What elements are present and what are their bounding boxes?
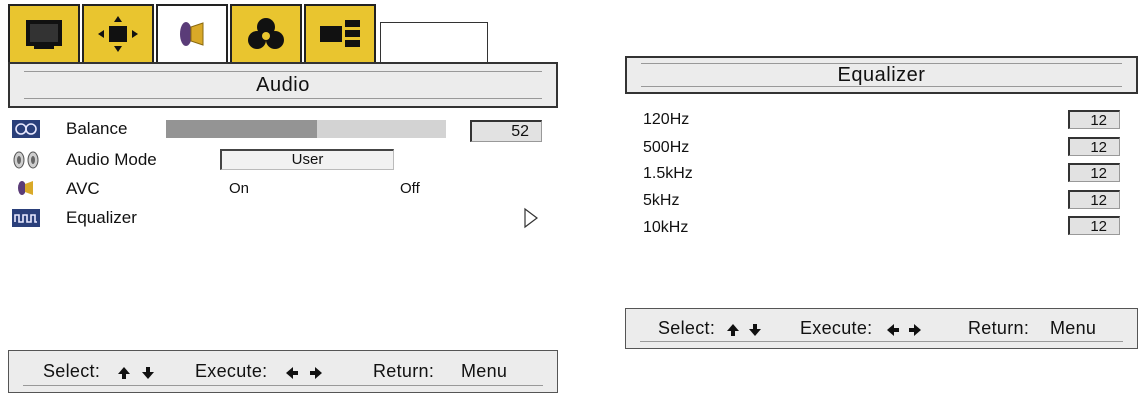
balance-icon xyxy=(12,120,40,138)
footer-select-label: Select: xyxy=(43,361,101,381)
balance-label: Balance xyxy=(66,119,128,138)
arrow-down-icon xyxy=(142,367,154,379)
color-tab[interactable] xyxy=(230,4,302,62)
eq-band-value[interactable]: 12 xyxy=(1068,110,1120,129)
footer-return-label: Return: xyxy=(968,318,1030,338)
arrow-left-icon xyxy=(887,324,899,336)
arrow-up-icon xyxy=(118,367,130,379)
arrow-left-icon xyxy=(286,367,298,379)
footer-execute-label: Execute: xyxy=(195,361,268,381)
equalizer-row-icon-wrap xyxy=(12,209,40,227)
eq-band-label: 120Hz xyxy=(643,111,690,128)
avc-option-off[interactable]: Off xyxy=(400,180,420,197)
audio-footer-bar: Select: Execute: Return: Menu xyxy=(8,350,558,393)
balance-slider-fill xyxy=(166,120,317,138)
equalizer-submenu-button[interactable] xyxy=(523,207,539,229)
arrow-right-icon xyxy=(310,367,322,379)
position-arrows-icon xyxy=(98,16,138,52)
audio-mode-row-icon-wrap xyxy=(12,151,40,169)
setup-tab[interactable] xyxy=(304,4,376,62)
options-grid-icon xyxy=(320,20,360,47)
equalizer-title-bar: Equalizer xyxy=(625,56,1138,94)
equalizer-label: Equalizer xyxy=(66,208,137,227)
footer-return-key: Menu xyxy=(1050,318,1097,338)
avc-row-icon-wrap xyxy=(16,178,36,198)
eq-band-label: 5kHz xyxy=(643,192,680,209)
monitor-icon xyxy=(26,20,62,49)
page-title: Audio xyxy=(256,73,310,96)
eq-band-label: 10kHz xyxy=(643,219,689,236)
arrow-up-icon xyxy=(727,324,739,336)
footer-return-label: Return: xyxy=(373,361,435,381)
equalizer-icon xyxy=(12,209,40,227)
footer-execute-label: Execute: xyxy=(800,318,873,338)
speaker-icon xyxy=(180,22,204,46)
eq-band-label: 1.5kHz xyxy=(643,165,693,182)
blank-tab xyxy=(380,22,488,62)
rgb-circles-icon xyxy=(248,18,284,49)
eq-band-value[interactable]: 12 xyxy=(1068,163,1120,182)
menu-tabs xyxy=(8,4,488,62)
arrow-right-icon xyxy=(909,324,921,336)
eq-band-value[interactable]: 12 xyxy=(1068,137,1120,156)
balance-value: 52 xyxy=(470,120,542,142)
triangle-right-icon xyxy=(524,207,538,229)
footer-return-key: Menu xyxy=(461,361,508,381)
position-tab[interactable] xyxy=(82,4,154,62)
audio-mode-select[interactable]: User xyxy=(220,149,394,170)
equalizer-footer-bar: Select: Execute: Return: Menu xyxy=(625,308,1138,349)
audio-title-bar: Audio xyxy=(8,62,558,108)
footer-select-label: Select: xyxy=(658,318,716,338)
balance-row-icon-wrap xyxy=(12,120,40,138)
picture-tab[interactable] xyxy=(8,4,80,62)
audio-mode-label: Audio Mode xyxy=(66,150,157,169)
eq-band-value[interactable]: 12 xyxy=(1068,190,1120,209)
eq-band-value[interactable]: 12 xyxy=(1068,216,1120,235)
equalizer-title: Equalizer xyxy=(837,63,926,86)
arrow-down-icon xyxy=(749,324,761,336)
audio-mode-icon xyxy=(13,151,39,169)
eq-band-label: 500Hz xyxy=(643,139,690,156)
audio-tab[interactable] xyxy=(156,4,228,62)
speaker-icon xyxy=(18,181,33,195)
avc-label: AVC xyxy=(66,179,100,198)
avc-option-on[interactable]: On xyxy=(229,180,249,197)
